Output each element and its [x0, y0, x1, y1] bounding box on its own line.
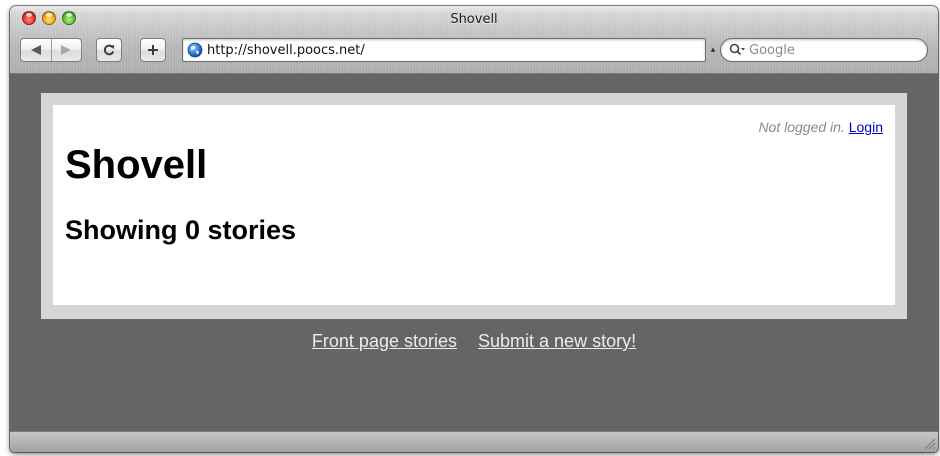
reload-icon	[103, 44, 115, 56]
title-bar: Shovell http://shovell.poocs.net/ ▴ Goog…	[10, 6, 938, 74]
submit-story-link[interactable]: Submit a new story!	[478, 331, 636, 351]
back-arrow-icon	[30, 45, 41, 55]
browser-window: Shovell http://shovell.poocs.net/ ▴ Goog…	[10, 6, 938, 452]
forward-button[interactable]	[52, 39, 82, 61]
stories-heading: Showing 0 stories	[65, 215, 297, 245]
page-viewport[interactable]: Not logged in. Login Shovell Showing 0 s…	[10, 75, 938, 431]
back-forward-control	[20, 38, 82, 62]
add-bookmark-button[interactable]	[140, 38, 166, 62]
status-bar	[10, 431, 938, 452]
login-link[interactable]: Login	[849, 119, 883, 135]
page-frame: Not logged in. Login Shovell Showing 0 s…	[41, 93, 907, 319]
search-field[interactable]	[720, 38, 928, 62]
reload-button[interactable]	[96, 38, 122, 62]
snapback-icon[interactable]: ▴	[708, 44, 718, 56]
forward-arrow-icon	[61, 45, 72, 55]
url-text: http://shovell.poocs.net/	[207, 42, 365, 58]
front-page-stories-link[interactable]: Front page stories	[312, 331, 457, 351]
login-status-text: Not logged in.	[758, 119, 845, 135]
plus-icon	[148, 45, 158, 55]
footer-nav: Front page stories Submit a new story!	[10, 331, 938, 352]
search-icon	[729, 43, 745, 56]
resize-grip-icon[interactable]	[922, 436, 936, 450]
search-input[interactable]	[749, 42, 919, 58]
login-status: Not logged in. Login	[758, 119, 883, 135]
globe-icon	[187, 42, 203, 58]
back-button[interactable]	[21, 39, 51, 61]
address-bar[interactable]: http://shovell.poocs.net/	[182, 38, 706, 62]
site-title: Shovell	[65, 143, 208, 187]
window-title: Shovell	[450, 12, 498, 27]
page-card: Not logged in. Login Shovell Showing 0 s…	[53, 105, 895, 305]
